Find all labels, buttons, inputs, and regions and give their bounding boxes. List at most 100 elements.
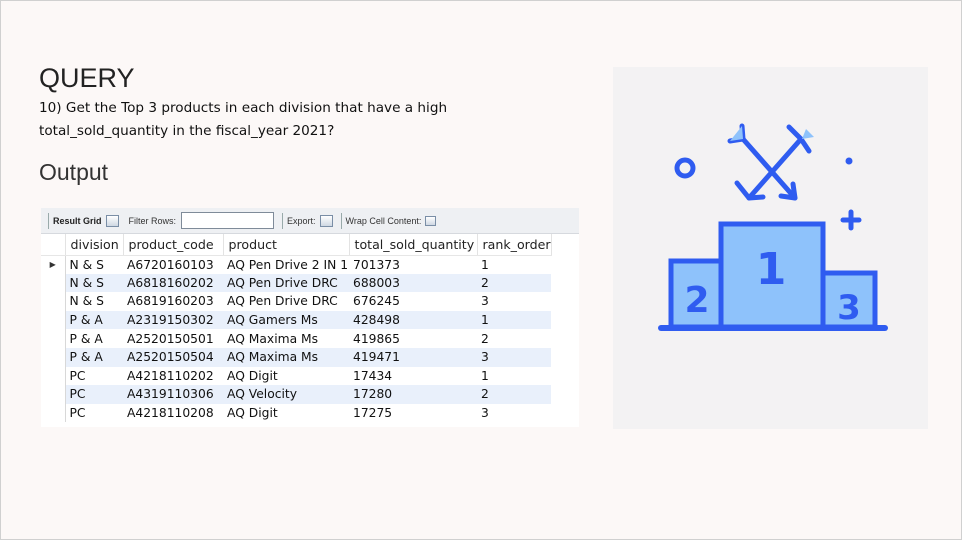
toolbar-separator: [340, 212, 342, 229]
table-row[interactable]: P & A A2520150501 AQ Maxima Ms 419865 2: [41, 329, 551, 348]
table-row[interactable]: N & S A6818160202 AQ Pen Drive DRC 688003 2: [41, 273, 552, 293]
dot-decoration: [845, 157, 853, 165]
cell-total-sold-quantity[interactable]: 701373: [349, 255, 477, 274]
cell-product[interactable]: AQ Digit: [223, 404, 349, 423]
cell-rank-order[interactable]: 3: [477, 404, 551, 423]
toolbar-separator: [282, 212, 284, 229]
cell-product[interactable]: AQ Maxima Ms: [223, 347, 349, 367]
cell-product-code[interactable]: A6720160103: [123, 255, 223, 274]
column-header-total-sold-quantity[interactable]: total_sold_quantity: [349, 234, 478, 256]
filter-rows-input[interactable]: [181, 212, 275, 229]
cell-total-sold-quantity[interactable]: 419471: [349, 347, 477, 367]
cell-total-sold-quantity[interactable]: 688003: [349, 273, 477, 293]
cell-total-sold-quantity[interactable]: 676245: [349, 292, 477, 311]
result-table: division product_code product total_sold…: [41, 234, 552, 423]
cell-product-code[interactable]: A4319110306: [123, 385, 223, 404]
cell-rank-order[interactable]: 2: [477, 385, 552, 404]
table-row[interactable]: ▶ N & S A6720160103 AQ Pen Drive 2 IN 1 7013…: [41, 255, 551, 274]
export-icon[interactable]: [319, 214, 333, 227]
row-marker[interactable]: [41, 366, 66, 386]
cell-total-sold-quantity[interactable]: 17275: [349, 404, 477, 423]
podium-icon: 1 2 3: [658, 123, 888, 331]
cell-division[interactable]: P & A: [64, 329, 123, 348]
question-text: 10) Get the Top 3 products in each divis…: [39, 97, 479, 143]
cell-product[interactable]: AQ Pen Drive DRC: [223, 273, 349, 293]
cell-rank-order[interactable]: 2: [477, 273, 552, 293]
row-marker[interactable]: [41, 292, 66, 311]
cell-division[interactable]: P & A: [64, 310, 123, 330]
cell-division[interactable]: PC: [64, 403, 123, 423]
cell-rank-order[interactable]: 2: [477, 329, 551, 348]
cell-rank-order[interactable]: 1: [477, 310, 552, 330]
cell-division[interactable]: PC: [64, 366, 123, 386]
column-header-product[interactable]: product: [223, 234, 350, 256]
toolbar-separator: [48, 212, 49, 229]
cell-product-code[interactable]: A4218110202: [123, 367, 223, 386]
podium-label-2: 2: [684, 280, 709, 321]
arrow-tip-fill: [730, 126, 743, 141]
question-line-2: total_sold_quantity in the fiscal_year 2…: [39, 123, 335, 139]
column-header-product-code[interactable]: product_code: [123, 234, 224, 256]
wrap-cell-label: Wrap Cell Content:: [345, 215, 422, 226]
cell-division[interactable]: N & S: [64, 292, 123, 311]
result-grid-tab[interactable]: Result Grid: [53, 216, 102, 226]
question-line-1: 10) Get the Top 3 products in each divis…: [39, 100, 448, 116]
table-row[interactable]: PC A4218110208 AQ Digit 17275 3: [41, 403, 551, 423]
table-row[interactable]: N & S A6819160203 AQ Pen Drive DRC 676245 3: [41, 292, 551, 311]
result-grid-panel: Result Grid Filter Rows: Export: Wrap Ce…: [41, 208, 579, 427]
cell-division[interactable]: N & S: [64, 273, 123, 293]
row-marker[interactable]: ▶: [41, 255, 66, 274]
row-marker[interactable]: [41, 347, 66, 367]
wrap-cell-icon[interactable]: [425, 215, 437, 226]
cell-product[interactable]: AQ Velocity: [223, 385, 349, 404]
cell-rank-order[interactable]: 1: [477, 255, 551, 274]
table-header-row: division product_code product total_sold…: [41, 234, 552, 256]
slide-heading: QUERY: [39, 63, 135, 93]
podium-label-1: 1: [756, 244, 787, 295]
output-label: Output: [39, 159, 109, 185]
filter-rows-label: Filter Rows:: [128, 215, 177, 226]
cell-rank-order[interactable]: 3: [477, 347, 552, 367]
cell-total-sold-quantity[interactable]: 428498: [349, 310, 477, 330]
cell-total-sold-quantity[interactable]: 17280: [349, 385, 477, 404]
column-header-rank-order[interactable]: rank_order: [477, 234, 552, 256]
row-marker[interactable]: [41, 310, 66, 330]
cell-product-code[interactable]: A2319150302: [123, 310, 223, 330]
cell-total-sold-quantity[interactable]: 419865: [349, 329, 477, 348]
cell-product-code[interactable]: A6818160202: [123, 273, 223, 293]
podium-label-3: 3: [837, 288, 861, 328]
cell-division[interactable]: PC: [64, 385, 123, 404]
plus-decoration: [840, 209, 862, 231]
cell-total-sold-quantity[interactable]: 17434: [349, 367, 477, 386]
cell-product-code[interactable]: A4218110208: [123, 404, 223, 423]
row-marker[interactable]: [41, 329, 66, 348]
table-row[interactable]: PC A4319110306 AQ Velocity 17280 2: [41, 385, 552, 404]
table-row[interactable]: P & A A2319150302 AQ Gamers Ms 428498 1: [41, 310, 552, 330]
cell-rank-order[interactable]: 1: [477, 367, 551, 386]
row-marker[interactable]: [41, 273, 66, 293]
cell-product[interactable]: AQ Maxima Ms: [223, 329, 349, 348]
cell-product-code[interactable]: A6819160203: [123, 292, 223, 311]
cell-product[interactable]: AQ Pen Drive 2 IN 1: [223, 255, 349, 274]
cell-product-code[interactable]: A2520150504: [123, 347, 223, 367]
circle-decoration: [674, 157, 696, 179]
table-body: ▶ N & S A6720160103 AQ Pen Drive 2 IN 1 7013…: [41, 255, 552, 423]
row-marker[interactable]: [41, 385, 66, 404]
row-marker-header: [41, 234, 66, 256]
export-label: Export:: [287, 215, 316, 226]
cell-division[interactable]: N & S: [64, 255, 123, 274]
table-row[interactable]: PC A4218110202 AQ Digit 17434 1: [41, 366, 551, 386]
cell-rank-order[interactable]: 3: [477, 292, 551, 311]
table-row[interactable]: P & A A2520150504 AQ Maxima Ms 419471 3: [41, 347, 552, 367]
podium-illustration: 1 2 3: [613, 67, 928, 429]
column-header-division[interactable]: division: [65, 234, 124, 256]
arrow-shaft: [740, 136, 798, 201]
cell-product-code[interactable]: A2520150501: [123, 329, 223, 348]
cell-division[interactable]: P & A: [64, 347, 123, 367]
cell-product[interactable]: AQ Pen Drive DRC: [223, 292, 349, 311]
grid-icon[interactable]: [105, 214, 119, 227]
result-grid-toolbar: Result Grid Filter Rows: Export: Wrap Ce…: [41, 208, 579, 234]
cell-product[interactable]: AQ Digit: [223, 367, 349, 386]
cell-product[interactable]: AQ Gamers Ms: [223, 310, 349, 330]
row-marker[interactable]: [41, 403, 66, 423]
